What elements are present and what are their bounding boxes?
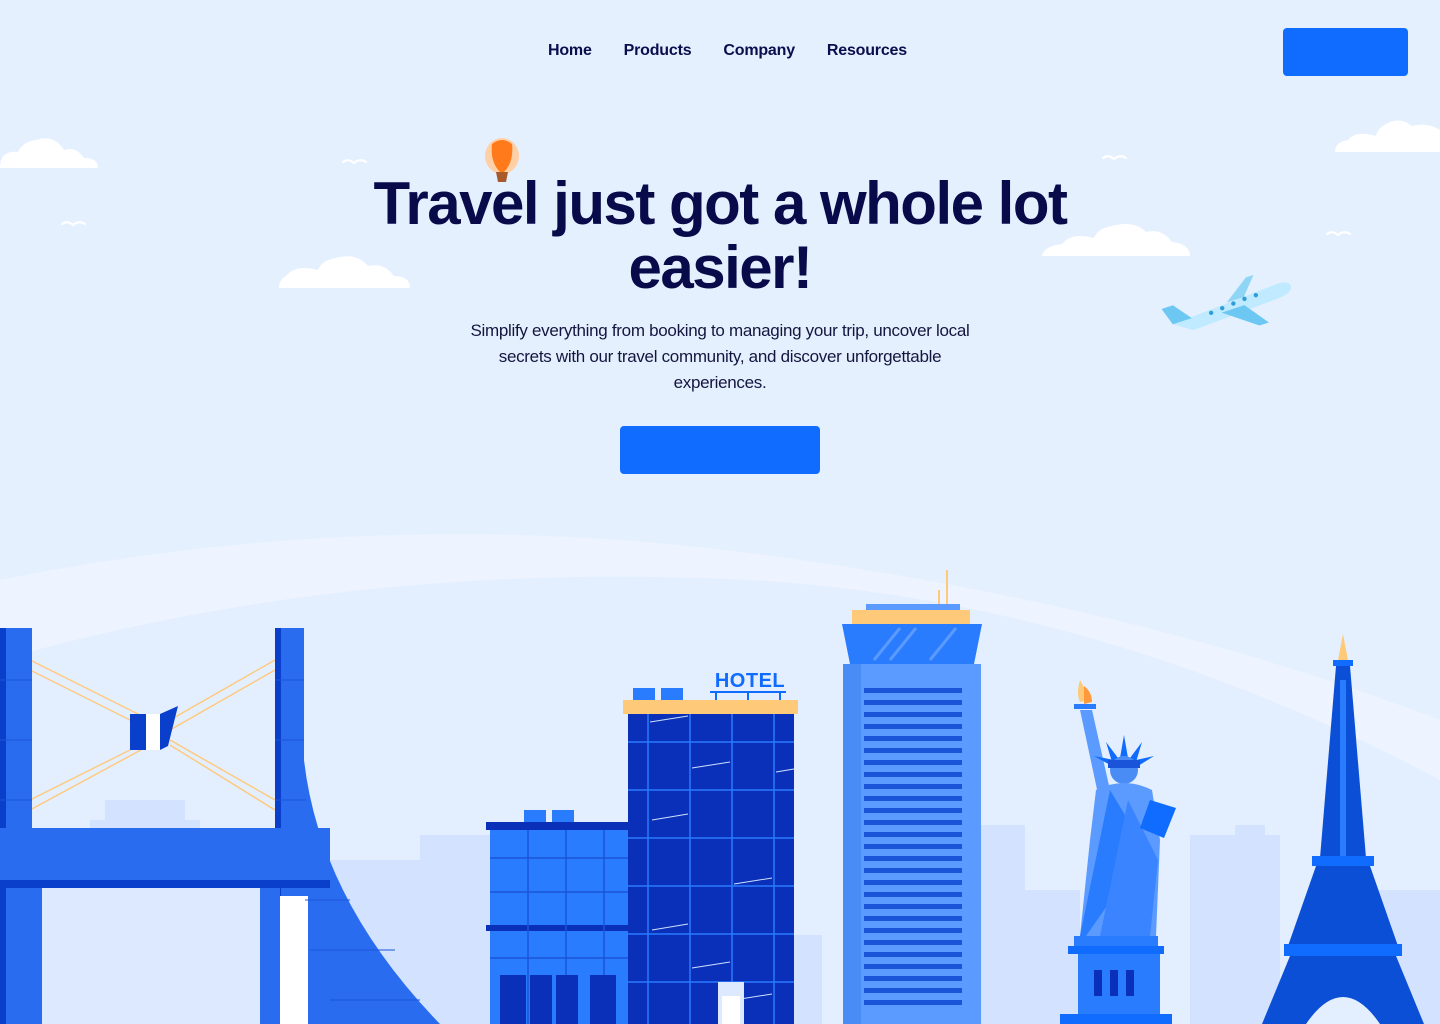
top-navigation: Home Products Company Resources [0,0,1440,104]
background-illustration [0,120,1440,1024]
hotel-building [623,688,798,1024]
tower-building [842,570,982,1024]
nav-link-resources[interactable]: Resources [827,42,907,60]
cloud-left [0,138,98,168]
hotel-sign: HOTEL [714,670,786,692]
nav-links: Home Products Company Resources [548,42,907,60]
nav-link-company[interactable]: Company [723,42,795,60]
nav-link-products[interactable]: Products [624,42,692,60]
nav-link-home[interactable]: Home [548,42,592,60]
hero-cta-button[interactable] [620,426,820,474]
hero-title: Travel just got a whole lot easier! [373,170,1068,301]
nav-cta-button[interactable] [1283,28,1408,76]
building-short [486,810,632,1024]
cloud-right [1335,120,1440,152]
airplane [1161,274,1291,331]
hero-subtitle: Simplify everything from booking to mana… [470,321,970,392]
